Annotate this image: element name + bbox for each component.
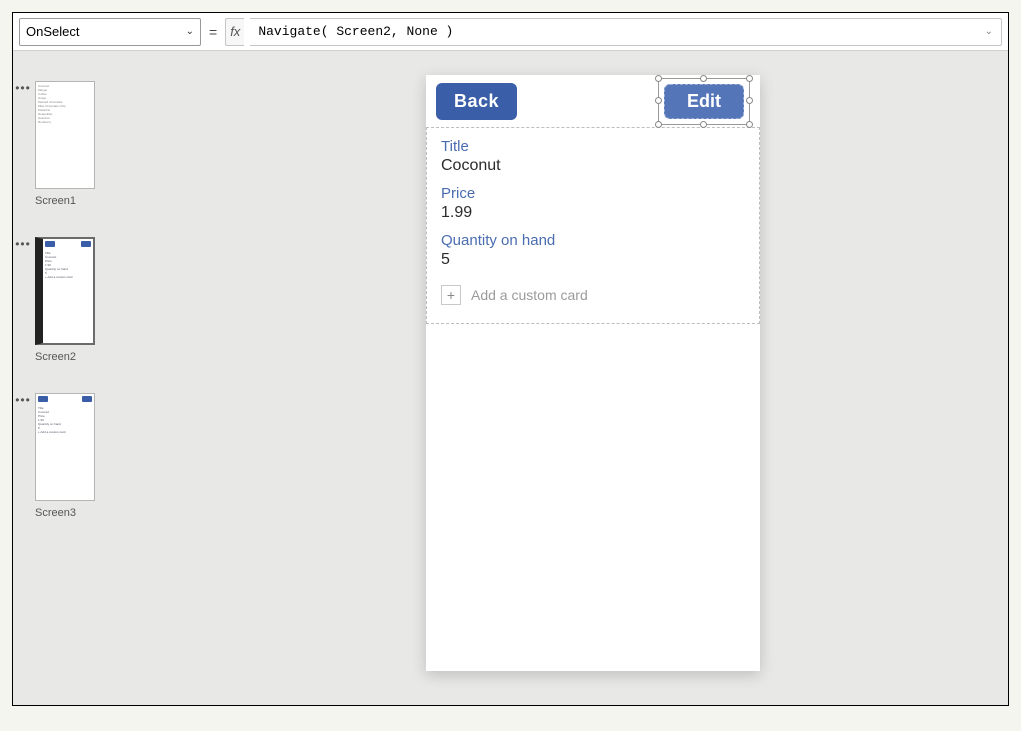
thumb-screen1[interactable]: CoconutMangoCoffeeGrapePainted Chocolate… — [35, 81, 95, 189]
resize-handle[interactable] — [746, 75, 753, 82]
screen-thumbnails-panel: ••• CoconutMangoCoffeeGrapePainted Choco… — [13, 51, 178, 705]
thumb-row-screen1[interactable]: ••• CoconutMangoCoffeeGrapePainted Choco… — [15, 81, 168, 207]
field-label: Price — [441, 185, 745, 202]
form-field-quantity: Quantity on hand 5 — [441, 232, 745, 269]
resize-handle[interactable] — [746, 97, 753, 104]
form-field-price: Price 1.99 — [441, 185, 745, 222]
property-selector-value: OnSelect — [26, 24, 79, 39]
workspace: ••• CoconutMangoCoffeeGrapePainted Choco… — [13, 51, 1008, 705]
more-icon[interactable]: ••• — [15, 393, 31, 405]
formula-input[interactable]: Navigate( Screen2, None ) ⌄ — [250, 18, 1002, 46]
plus-icon: + — [441, 285, 461, 305]
app-frame: OnSelect ⌄ = fx Navigate( Screen2, None … — [12, 12, 1009, 706]
thumb-label: Screen1 — [35, 195, 95, 207]
more-icon[interactable]: ••• — [15, 237, 31, 249]
field-value: 1.99 — [441, 204, 745, 222]
chevron-down-icon: ⌄ — [186, 26, 194, 37]
thumb-label: Screen3 — [35, 507, 95, 519]
resize-handle[interactable] — [655, 97, 662, 104]
field-label: Title — [441, 138, 745, 155]
field-value: Coconut — [441, 157, 745, 175]
thumb-screen2[interactable]: TitleCoconutPrice1.99Quantity on hand5+ … — [35, 237, 95, 345]
edit-button-selection[interactable]: Edit — [658, 78, 750, 125]
equals-label: = — [207, 24, 219, 40]
phone-screen: Back Edit — [426, 75, 760, 671]
field-value: 5 — [441, 251, 745, 269]
chevron-down-icon: ⌄ — [985, 26, 993, 38]
edit-button[interactable]: Edit — [664, 84, 744, 119]
field-label: Quantity on hand — [441, 232, 745, 249]
thumb-label: Screen2 — [35, 351, 95, 363]
fx-label: fx — [225, 18, 244, 46]
display-form[interactable]: Title Coconut Price 1.99 Quantity on han… — [426, 127, 760, 324]
canvas-area: Back Edit — [178, 51, 1008, 705]
thumb-screen3[interactable]: TitleCoconutPrice1.99Quantity on hand5+ … — [35, 393, 95, 501]
property-selector[interactable]: OnSelect ⌄ — [19, 18, 201, 46]
screen-header: Back Edit — [426, 75, 760, 127]
thumb-row-screen3[interactable]: ••• TitleCoconutPrice1.99Quantity on han… — [15, 393, 168, 519]
more-icon[interactable]: ••• — [15, 81, 31, 93]
thumb-row-screen2[interactable]: ••• TitleCoconutPrice1.99Quantity on han… — [15, 237, 168, 363]
resize-handle[interactable] — [700, 75, 707, 82]
add-card-label: Add a custom card — [471, 287, 588, 303]
formula-bar: OnSelect ⌄ = fx Navigate( Screen2, None … — [13, 13, 1008, 51]
back-button[interactable]: Back — [436, 83, 517, 120]
formula-text: Navigate( Screen2, None ) — [258, 24, 453, 39]
add-custom-card[interactable]: + Add a custom card — [441, 285, 745, 305]
form-field-title: Title Coconut — [441, 138, 745, 175]
resize-handle[interactable] — [655, 75, 662, 82]
